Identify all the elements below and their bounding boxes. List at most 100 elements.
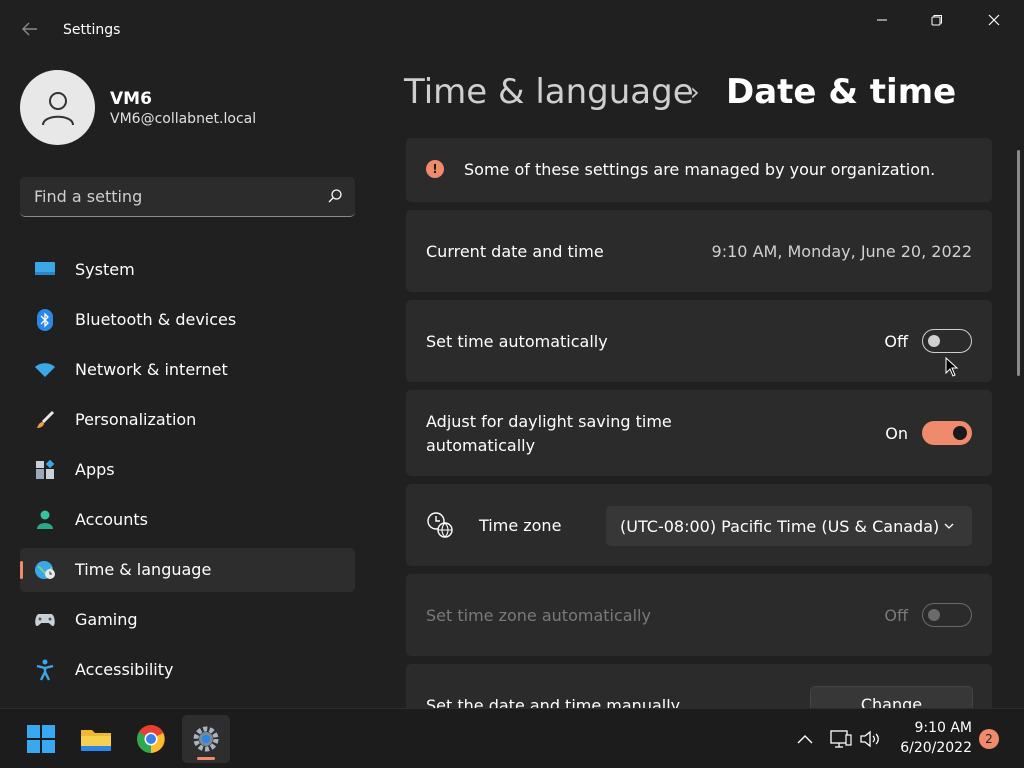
toggle-knob — [928, 335, 940, 347]
managed-banner: ! Some of these settings are managed by … — [406, 138, 992, 202]
current-datetime-label: Current date and time — [426, 242, 604, 261]
volume-icon — [860, 730, 879, 748]
set-time-auto-card: Set time automatically Off — [406, 300, 992, 382]
sidebar-item-label: Personalization — [75, 410, 197, 429]
daylight-saving-card: Adjust for daylight saving time automati… — [406, 390, 992, 476]
file-explorer-icon — [81, 730, 111, 751]
taskbar-clock-time[interactable]: 9:10 AM — [900, 720, 972, 736]
sidebar-item-label: Network & internet — [75, 360, 228, 379]
wifi-icon — [34, 359, 56, 381]
sidebar-item-label: Bluetooth & devices — [75, 310, 237, 329]
settings-icon — [193, 726, 219, 752]
scrollbar[interactable] — [1017, 150, 1020, 376]
current-datetime-value: 9:10 AM, Monday, June 20, 2022 — [711, 242, 972, 261]
set-tz-auto-label: Set time zone automatically — [426, 606, 651, 625]
back-arrow-icon — [22, 22, 37, 36]
set-time-auto-toggle[interactable] — [922, 329, 972, 353]
set-time-auto-state: Off — [884, 332, 908, 351]
close-button[interactable] — [971, 6, 1017, 34]
daylight-saving-toggle[interactable] — [922, 421, 972, 445]
network-tray-button[interactable] — [829, 727, 853, 751]
start-icon — [27, 725, 55, 753]
set-time-auto-label: Set time automatically — [426, 332, 608, 351]
minimize-icon — [877, 19, 887, 21]
breadcrumb-parent[interactable]: Time & language — [404, 72, 694, 112]
paintbrush-icon — [34, 409, 56, 431]
restore-icon — [931, 15, 942, 26]
chrome-button[interactable] — [127, 715, 175, 763]
set-tz-auto-state: Off — [884, 606, 908, 625]
apps-icon — [34, 459, 56, 481]
settings-taskbar-button[interactable] — [182, 715, 230, 763]
settings-content: ! Some of these settings are managed by … — [400, 130, 1000, 708]
chevron-up-icon — [797, 735, 813, 744]
restore-button[interactable] — [914, 6, 960, 34]
globe-clock-icon — [34, 559, 56, 581]
volume-tray-button[interactable] — [859, 727, 883, 751]
sidebar-item-gaming[interactable]: Gaming — [20, 598, 355, 642]
sidebar-item-label: Apps — [75, 460, 115, 479]
set-tz-auto-toggle — [922, 603, 972, 627]
sidebar-item-bluetooth[interactable]: Bluetooth & devices — [20, 298, 355, 342]
banner-text: Some of these settings are managed by yo… — [464, 160, 936, 179]
chrome-icon — [137, 725, 165, 753]
daylight-saving-label-line1: Adjust for daylight saving time — [426, 412, 672, 431]
mouse-cursor-icon — [945, 357, 959, 377]
minimize-button[interactable] — [859, 6, 905, 34]
monitor-icon — [34, 259, 56, 281]
toggle-knob — [953, 426, 967, 440]
time-zone-icon — [427, 512, 453, 538]
current-datetime-card: Current date and time 9:10 AM, Monday, J… — [406, 210, 992, 292]
sidebar-item-label: Accounts — [75, 510, 148, 529]
user-icon — [41, 91, 74, 125]
start-button[interactable] — [17, 715, 65, 763]
sidebar-item-accessibility[interactable]: Accessibility — [20, 648, 355, 692]
network-icon — [830, 730, 852, 748]
taskbar: 9:10 AM 6/20/2022 2 — [0, 708, 1024, 768]
time-zone-card: Time zone (UTC-08:00) Pacific Time (US &… — [406, 484, 992, 566]
sidebar-item-network[interactable]: Network & internet — [20, 348, 355, 392]
back-button[interactable] — [18, 20, 42, 42]
page-title: Date & time — [726, 72, 957, 112]
sidebar-item-accounts[interactable]: Accounts — [20, 498, 355, 542]
sidebar-item-system[interactable]: System — [20, 248, 355, 292]
sidebar-item-label: Gaming — [75, 610, 138, 629]
time-zone-value: (UTC-08:00) Pacific Time (US & Canada) — [620, 517, 940, 536]
bluetooth-icon — [34, 309, 56, 331]
sidebar-item-personalization[interactable]: Personalization — [20, 398, 355, 442]
manual-datetime-card: Set the date and time manually Change — [406, 664, 992, 708]
search-input[interactable] — [20, 177, 310, 215]
accessibility-icon — [34, 659, 56, 681]
show-hidden-icons-button[interactable] — [793, 727, 817, 751]
sidebar-item-time-language[interactable]: Time & language — [20, 548, 355, 592]
active-app-indicator — [197, 757, 215, 760]
gamepad-icon — [34, 609, 56, 631]
change-button[interactable]: Change — [810, 686, 973, 708]
file-explorer-button[interactable] — [72, 715, 120, 763]
breadcrumb-separator: › — [690, 78, 700, 106]
info-icon: ! — [426, 160, 444, 178]
search-box — [20, 177, 355, 217]
manual-datetime-label: Set the date and time manually — [426, 696, 681, 708]
set-tz-auto-card: Set time zone automatically Off — [406, 574, 992, 656]
avatar[interactable] — [20, 70, 95, 145]
chevron-down-icon — [944, 523, 954, 529]
profile-name: VM6 — [110, 89, 152, 109]
sidebar-item-label: Time & language — [75, 560, 212, 579]
window-title: Settings — [63, 22, 121, 38]
sidebar-item-apps[interactable]: Apps — [20, 448, 355, 492]
title-bar: Settings — [0, 0, 1024, 40]
daylight-saving-label-line2: automatically — [426, 436, 536, 455]
notification-badge[interactable]: 2 — [979, 729, 999, 749]
toggle-knob — [928, 609, 940, 621]
sidebar-item-label: Accessibility — [75, 660, 174, 679]
active-indicator — [20, 561, 23, 579]
time-zone-label: Time zone — [479, 516, 562, 535]
search-icon[interactable] — [327, 188, 343, 204]
person-icon — [34, 509, 56, 531]
sidebar-item-label: System — [75, 260, 135, 279]
taskbar-clock-date[interactable]: 6/20/2022 — [890, 740, 972, 756]
daylight-saving-state: On — [885, 424, 908, 443]
time-zone-dropdown[interactable]: (UTC-08:00) Pacific Time (US & Canada) — [606, 506, 972, 546]
close-icon — [988, 14, 1000, 26]
